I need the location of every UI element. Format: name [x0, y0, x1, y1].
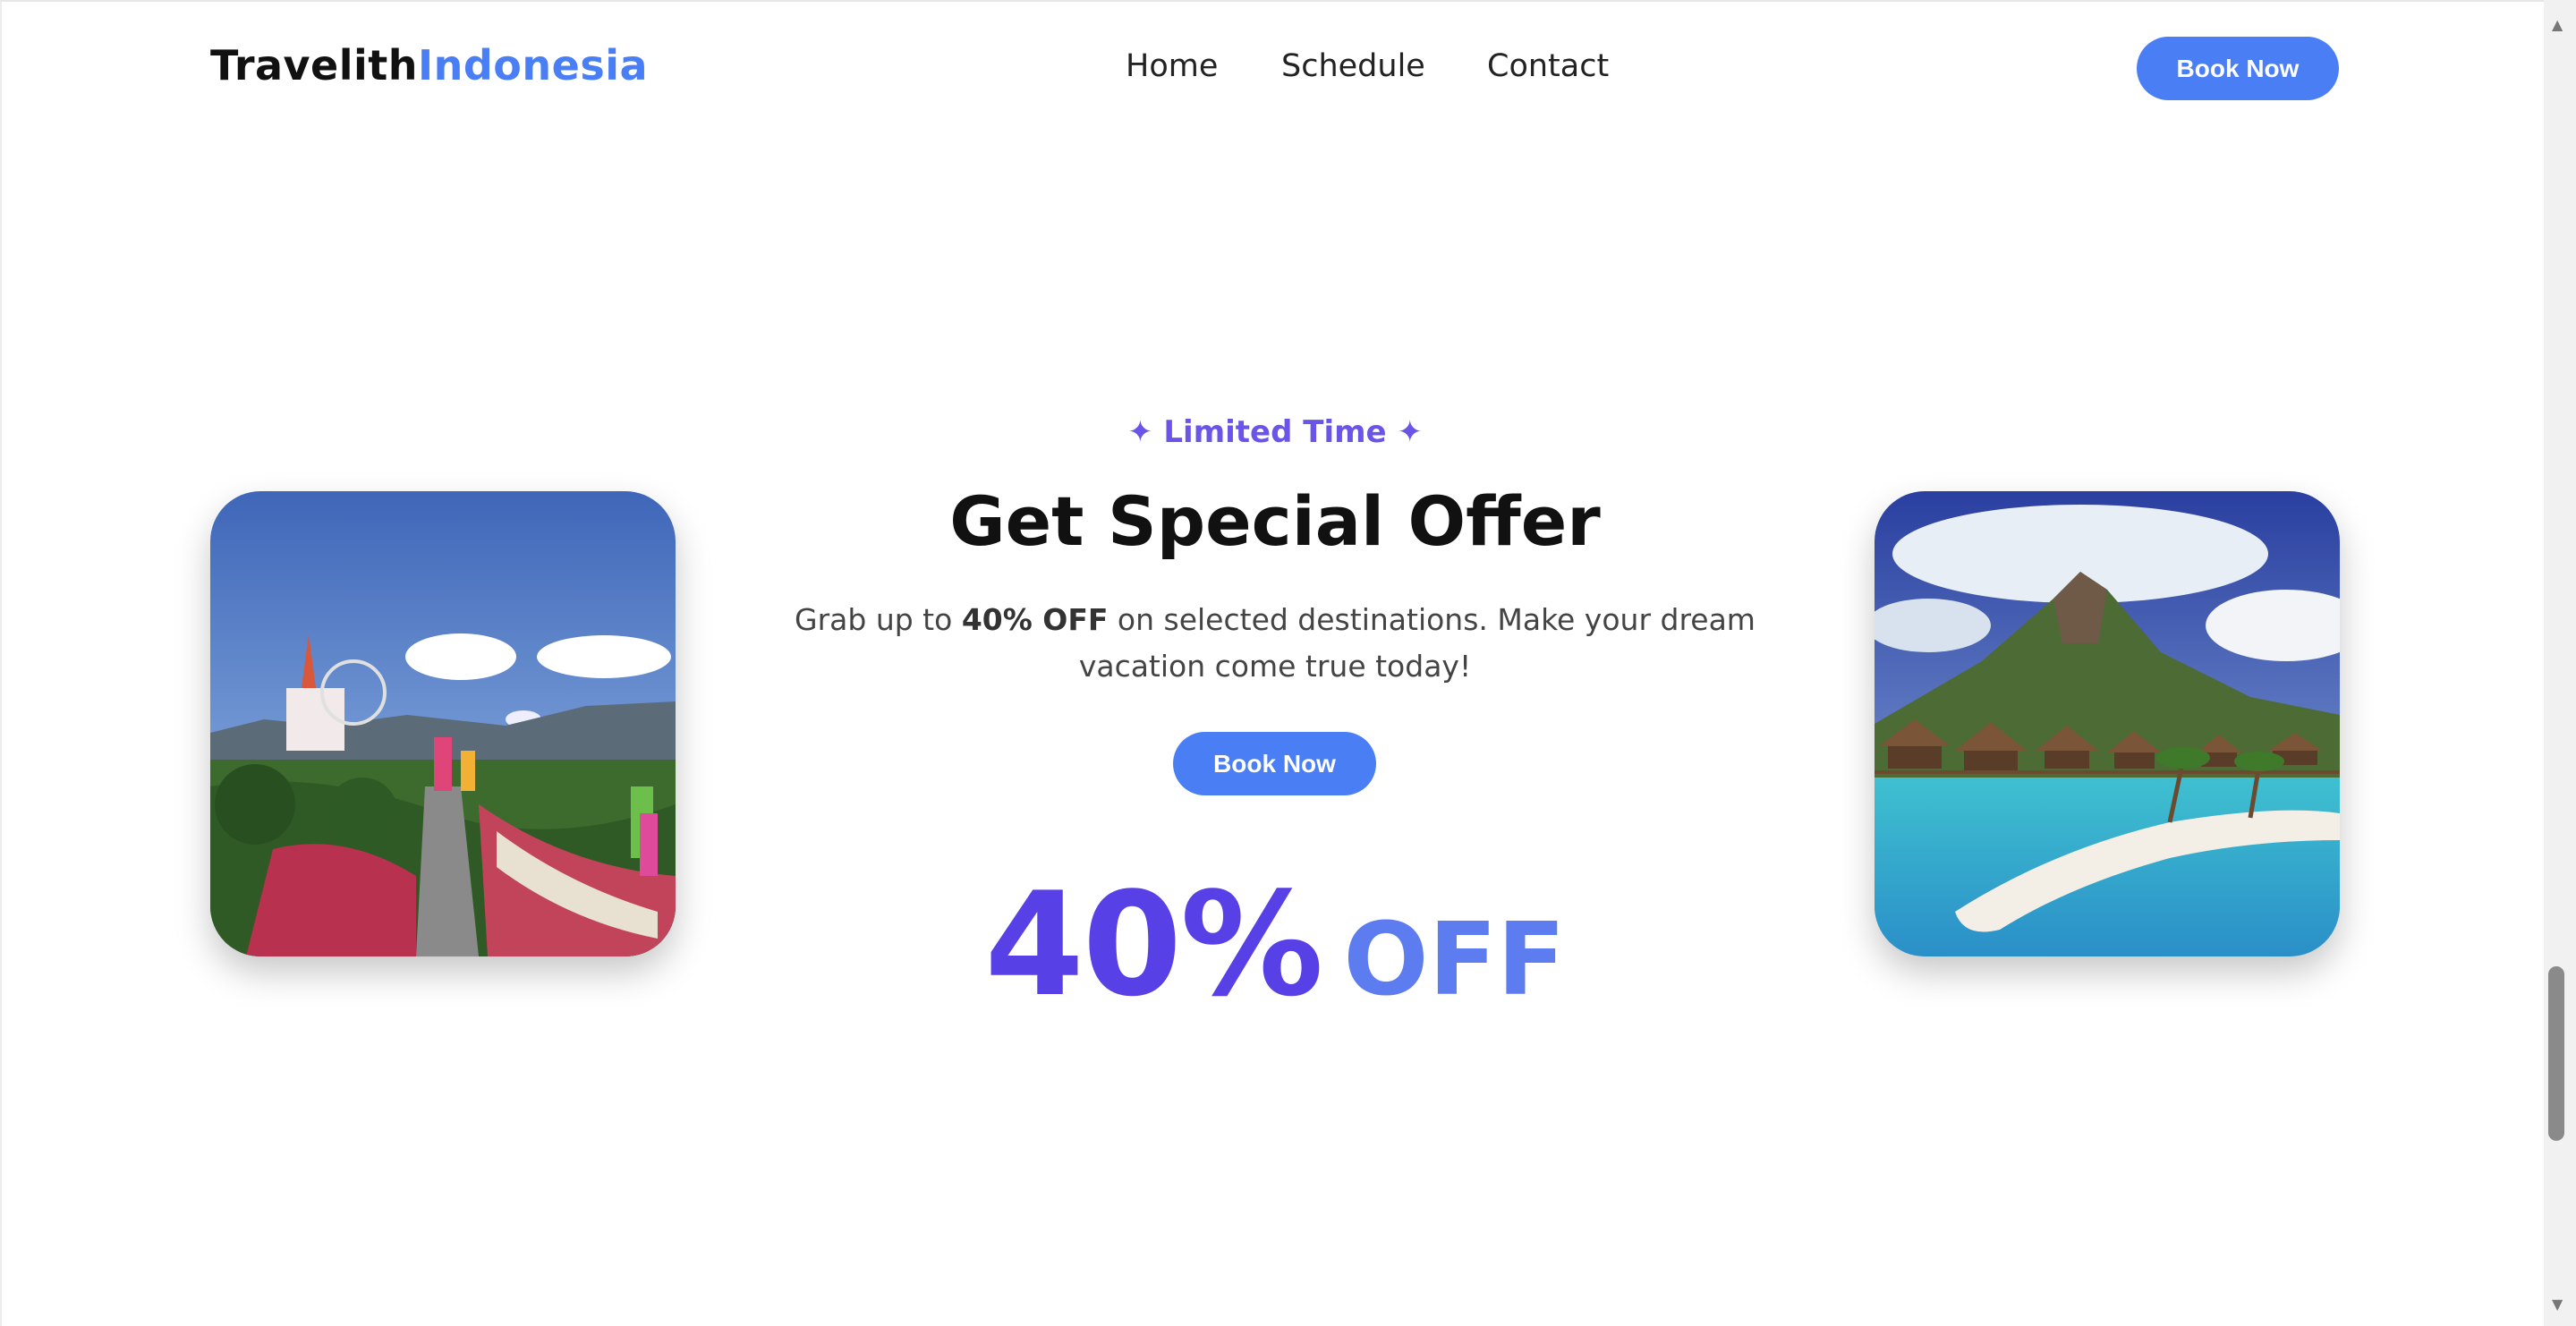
desc-highlight: 40% OFF [961, 602, 1109, 637]
discount-off-label: OFF [1343, 902, 1566, 1018]
nav-contact[interactable]: Contact [1487, 48, 1609, 84]
offer-book-now-button[interactable]: Book Now [1173, 732, 1376, 795]
theme-park-image [210, 491, 676, 956]
scroll-down-icon[interactable]: ▼ [2552, 1296, 2563, 1313]
scroll-up-icon[interactable]: ▲ [2552, 16, 2563, 33]
discount-display: 40% OFF [913, 861, 1637, 1028]
site-logo[interactable]: TravelithIndonesia [210, 41, 648, 89]
logo-text-accent: Indonesia [418, 41, 649, 89]
nav-home[interactable]: Home [1126, 48, 1218, 84]
island-resort-image [1875, 491, 2340, 956]
offer-description: Grab up to 40% OFF on selected destinati… [769, 597, 1781, 690]
header-book-now-button[interactable]: Book Now [2137, 37, 2339, 100]
limited-time-label: ✦ Limited Time ✦ [1127, 414, 1423, 450]
desc-suffix: on selected destinations. Make your drea… [1078, 602, 1756, 684]
offer-title: Get Special Offer [949, 481, 1601, 561]
scrollbar-thumb[interactable] [2548, 966, 2564, 1141]
nav-schedule[interactable]: Schedule [1281, 48, 1425, 84]
desc-prefix: Grab up to [795, 602, 962, 637]
logo-text-primary: Travelith [210, 41, 419, 89]
discount-percent: 40% [984, 861, 1323, 1028]
